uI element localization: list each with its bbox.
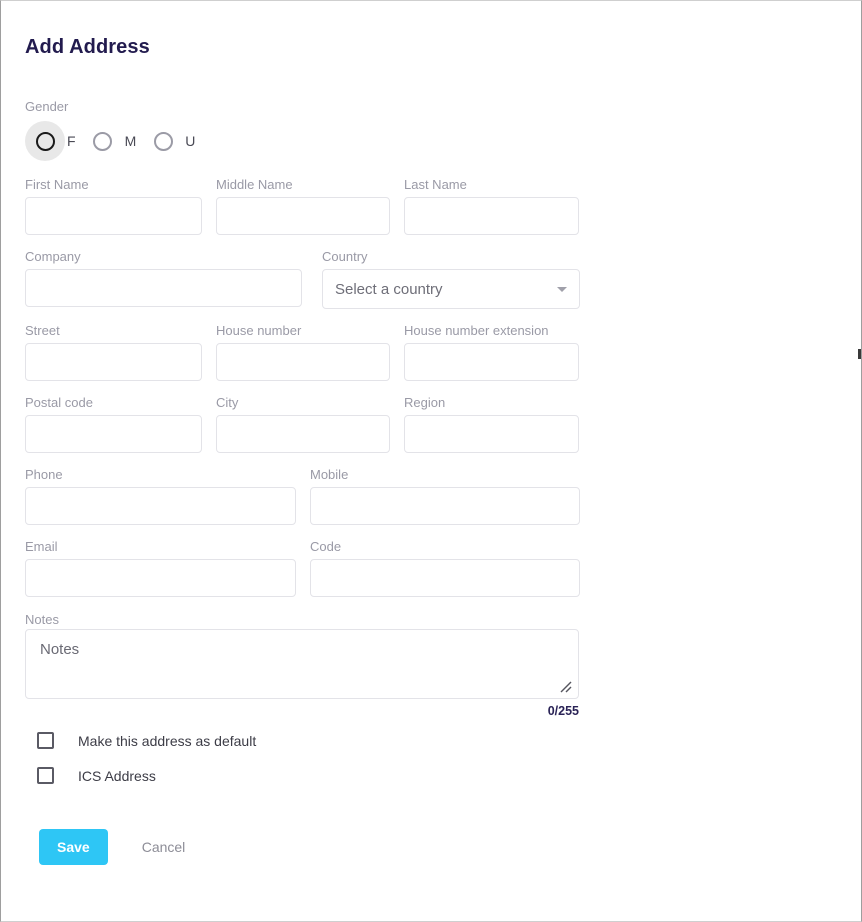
email-input[interactable] [25,559,296,597]
resize-handle-icon[interactable] [559,680,573,694]
city-group: City [216,395,390,453]
ics-address-label: ICS Address [78,767,156,784]
default-address-checkbox-row[interactable]: Make this address as default [37,732,625,749]
street-row: Street House number House number extensi… [25,323,625,381]
radio-icon-m [93,131,113,151]
radio-ripple-f [25,121,65,161]
gender-option-m-label: M [124,133,137,149]
gender-option-f-label: F [67,133,76,149]
add-address-page: Add Address Gender F M U First Name Midd… [0,0,862,922]
radio-icon-u [153,131,173,151]
street-label: Street [25,323,60,338]
country-select-value: Select a country [335,280,443,298]
house-number-input[interactable] [216,343,390,381]
email-group: Email [25,539,296,597]
house-number-label: House number [216,323,302,338]
company-label: Company [25,249,81,264]
phone-label: Phone [25,467,63,482]
save-button[interactable]: Save [39,829,108,865]
middle-name-group: Middle Name [216,177,390,235]
radio-ripple-u [143,121,183,161]
company-group: Company [25,249,302,309]
house-number-extension-input[interactable] [404,343,579,381]
mobile-input[interactable] [310,487,580,525]
house-number-extension-group: House number extension [404,323,579,381]
code-input[interactable] [310,559,580,597]
postal-city-region-row: Postal code City Region [25,395,625,453]
postal-code-group: Postal code [25,395,202,453]
default-address-checkbox[interactable] [37,732,54,749]
phone-mobile-row: Phone Mobile [25,467,625,525]
region-group: Region [404,395,579,453]
notes-placeholder: Notes [40,641,80,658]
gender-option-m[interactable]: M [83,121,144,161]
house-number-group: House number [216,323,390,381]
city-input[interactable] [216,415,390,453]
company-country-row: Company Country Select a country [25,249,625,309]
ics-address-checkbox[interactable] [37,767,54,784]
cancel-button[interactable]: Cancel [136,838,192,856]
first-name-label: First Name [25,177,89,192]
email-label: Email [25,539,58,554]
gender-label: Gender [25,99,69,114]
country-select[interactable]: Select a country [322,269,580,309]
last-name-group: Last Name [404,177,579,235]
middle-name-input[interactable] [216,197,390,235]
first-name-input[interactable] [25,197,202,235]
postal-code-input[interactable] [25,415,202,453]
notes-textarea[interactable]: Notes [25,629,579,699]
notes-label: Notes [25,612,59,627]
last-name-input[interactable] [404,197,579,235]
gender-radio-group: F M U [25,119,625,163]
scrollbar-indicator[interactable] [858,349,861,359]
code-label: Code [310,539,342,554]
city-label: City [216,395,239,410]
mobile-label: Mobile [310,467,349,482]
middle-name-label: Middle Name [216,177,293,192]
gender-option-f[interactable]: F [25,121,83,161]
default-address-label: Make this address as default [78,732,257,749]
house-number-extension-label: House number extension [404,323,549,338]
gender-option-u[interactable]: U [143,121,202,161]
street-input[interactable] [25,343,202,381]
page-title: Add Address [25,36,150,58]
name-row: First Name Middle Name Last Name [25,177,625,235]
notes-character-counter: 0/255 [547,704,579,718]
company-input[interactable] [25,269,302,307]
country-label: Country [322,249,368,264]
first-name-group: First Name [25,177,202,235]
radio-icon-f [35,131,55,151]
address-form: Add Address Gender F M U First Name Midd… [25,1,625,895]
phone-input[interactable] [25,487,296,525]
ics-address-checkbox-row[interactable]: ICS Address [37,767,625,784]
mobile-group: Mobile [310,467,580,525]
chevron-down-icon [557,287,567,292]
region-label: Region [404,395,446,410]
postal-code-label: Postal code [25,395,93,410]
notes-group: Notes Notes [25,611,579,699]
phone-group: Phone [25,467,296,525]
last-name-label: Last Name [404,177,467,192]
country-group: Country Select a country [322,249,580,309]
form-actions: Save Cancel [39,829,625,895]
radio-ripple-m [83,121,123,161]
code-group: Code [310,539,580,597]
gender-option-u-label: U [185,133,196,149]
street-group: Street [25,323,202,381]
email-code-row: Email Code [25,539,625,597]
region-input[interactable] [404,415,579,453]
